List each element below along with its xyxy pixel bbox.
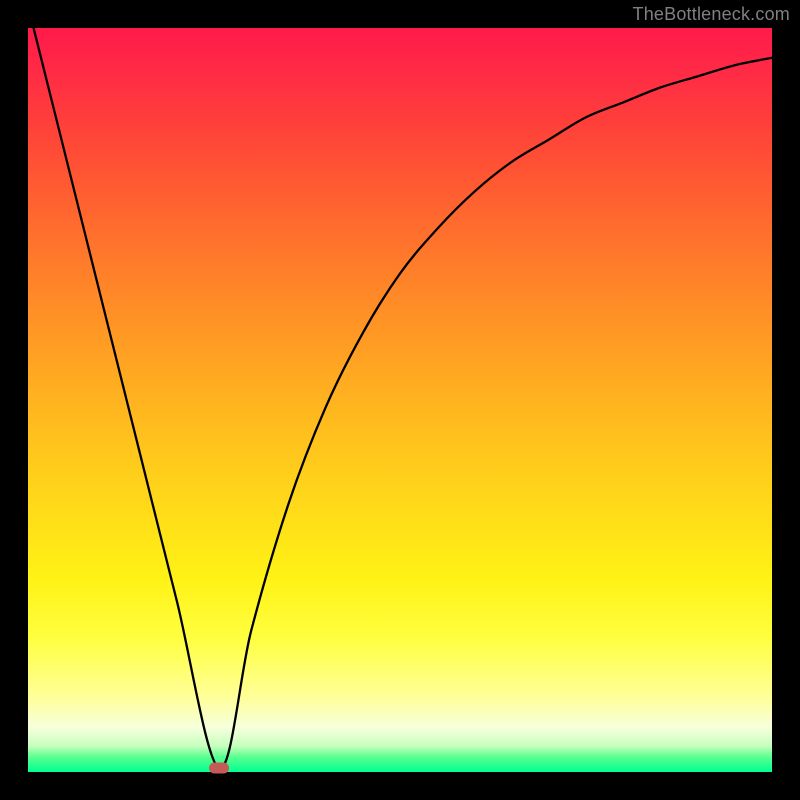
chart-frame: TheBottleneck.com bbox=[0, 0, 800, 800]
watermark-text: TheBottleneck.com bbox=[633, 4, 790, 25]
plot-area bbox=[28, 28, 772, 772]
optimum-marker bbox=[209, 763, 229, 774]
bottleneck-curve bbox=[28, 28, 772, 772]
